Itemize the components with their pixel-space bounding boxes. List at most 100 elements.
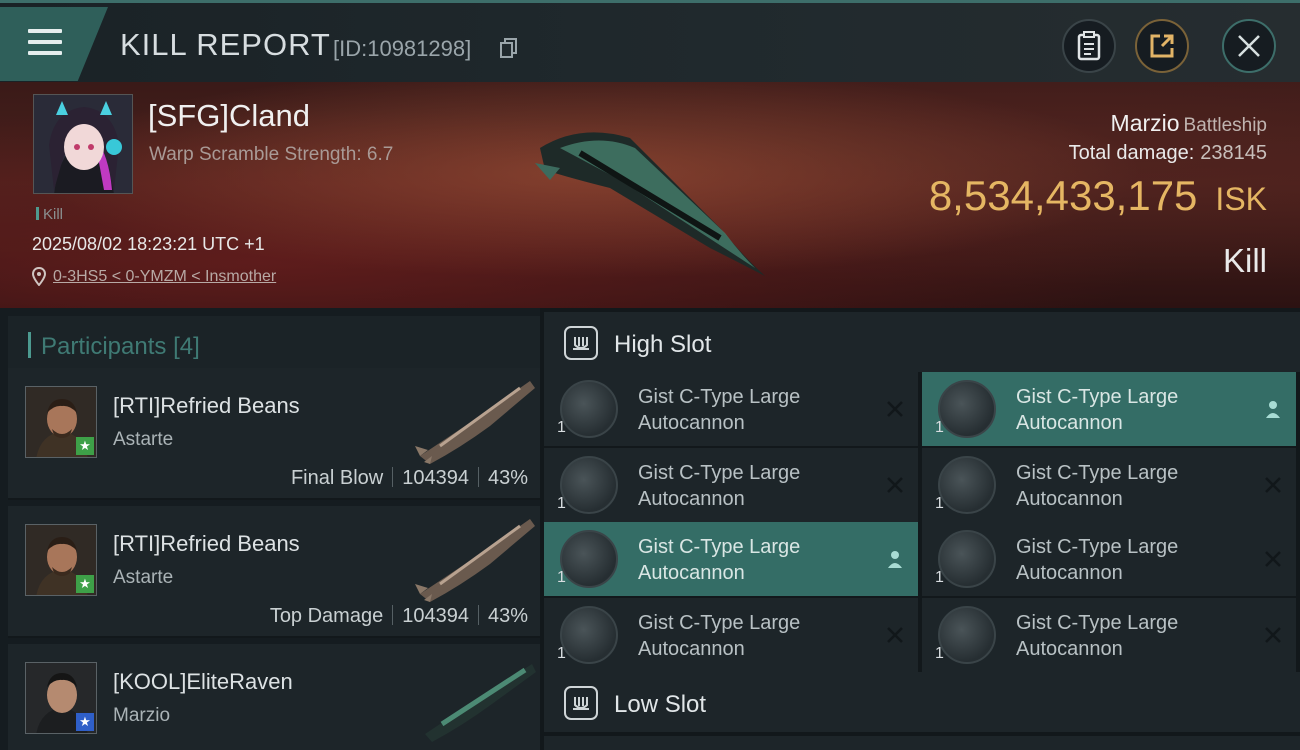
participant-row[interactable]: ★ [KOOL]EliteRaven Marzio	[8, 644, 540, 750]
clipboard-button[interactable]	[1062, 19, 1116, 73]
isk-unit: ISK	[1215, 181, 1267, 217]
module-item[interactable]: 1 Gist C-Type Large Autocannon	[544, 522, 918, 596]
participant-avatar[interactable]: ★	[25, 386, 97, 458]
report-id: [ID:10981298]	[333, 36, 472, 61]
low-slot-label: Low Slot	[614, 691, 707, 718]
participant-name[interactable]: [RTI]Refried Beans	[113, 393, 300, 419]
participant-row[interactable]: ★ [RTI]Refried Beans Astarte Final Blow 1…	[8, 368, 540, 500]
victim-name[interactable]: [SFG]Cland	[148, 98, 310, 134]
participant-stats: Final Blow 104394 43%	[291, 467, 528, 490]
participant-role: Final Blow	[290, 467, 384, 489]
hamburger-icon	[28, 29, 62, 62]
module-name: Gist C-Type Large Autocannon	[1016, 462, 1179, 510]
location-link[interactable]: 0-3HS5 < 0-YMZM < Insmother	[53, 268, 276, 286]
ship-class: Battleship	[1183, 115, 1267, 136]
title-bar: KILL REPORT [ID:10981298]	[0, 0, 1300, 82]
module-item[interactable]: 1 Gist C-Type Large Autocannon	[922, 522, 1296, 596]
participant-percent: 43%	[487, 467, 528, 489]
close-button[interactable]	[1222, 19, 1276, 73]
autocannon-icon	[560, 530, 618, 588]
participant-avatar[interactable]: ★	[25, 662, 97, 734]
high-slot-header: High Slot	[544, 312, 1300, 372]
participant-percent: 43%	[487, 605, 528, 627]
participant-damage: 104394	[402, 467, 469, 489]
participant-name[interactable]: [KOOL]EliteRaven	[113, 669, 293, 695]
destroyed-icon	[884, 398, 906, 420]
destroyed-icon	[1262, 624, 1284, 646]
autocannon-icon	[938, 456, 996, 514]
autocannon-icon	[560, 456, 618, 514]
total-damage-value: 238145	[1200, 142, 1267, 164]
participants-count: [4]	[173, 333, 200, 360]
kill-location[interactable]: 0-3HS5 < 0-YMZM < Insmother	[32, 267, 276, 286]
warp-scramble-strength: Warp Scramble Strength: 6.7	[149, 144, 394, 165]
module-item[interactable]: 1 Gist C-Type Large Autocannon	[922, 598, 1296, 672]
participant-ship: Marzio	[113, 705, 171, 726]
module-quantity: 1	[557, 569, 566, 586]
high-slot-icon	[564, 326, 598, 360]
module-name: Gist C-Type Large Autocannon	[1016, 536, 1179, 584]
dropped-person-icon	[1262, 398, 1284, 420]
copy-icon[interactable]	[500, 38, 518, 58]
destroyed-icon	[1262, 548, 1284, 570]
module-quantity: 1	[557, 645, 566, 662]
isk-amount: 8,534,433,175	[928, 172, 1198, 219]
isk-value: 8,534,433,175 ISK	[929, 172, 1267, 220]
module-name: Gist C-Type Large Autocannon	[1016, 612, 1179, 660]
participants-panel: Participants [4] ★ [RTI]Refried Beans As…	[0, 308, 540, 750]
blue-star-icon: ★	[76, 713, 94, 731]
participant-stats: Top Damage 104394 43%	[270, 605, 528, 628]
module-item[interactable]: 1 Gist C-Type Large Autocannon	[544, 372, 918, 446]
module-item[interactable]: 1 Gist C-Type Large Autocannon	[544, 598, 918, 672]
participant-ship: Astarte	[113, 567, 174, 588]
destroyed-icon	[884, 624, 906, 646]
module-quantity: 1	[935, 645, 944, 662]
participants-title: Participants [4]	[41, 333, 200, 361]
module-quantity: 1	[935, 495, 944, 512]
module-name: Gist C-Type Large Autocannon	[638, 536, 801, 584]
participant-ship-image	[415, 381, 535, 464]
victim-ship-image	[535, 132, 765, 276]
participant-ship: Astarte	[113, 429, 174, 450]
participants-label: Participants	[41, 333, 167, 360]
green-star-icon: ★	[76, 575, 94, 593]
module-quantity: 1	[935, 569, 944, 586]
kill-datetime: 2025/08/02 18:23:21 UTC +1	[32, 234, 265, 254]
share-button[interactable]	[1135, 19, 1189, 73]
autocannon-icon	[938, 606, 996, 664]
module-name: Gist C-Type Large Autocannon	[638, 612, 801, 660]
location-pin-icon	[32, 267, 46, 286]
total-damage-label: Total damage:	[1068, 142, 1195, 164]
module-quantity: 1	[935, 419, 944, 436]
module-name: Gist C-Type Large Autocannon	[1016, 386, 1179, 434]
participants-header: Participants [4]	[8, 316, 540, 368]
participant-avatar[interactable]: ★	[25, 524, 97, 596]
fitting-panel: High Slot 1 Gist C-Type Large Autocannon …	[540, 308, 1300, 750]
participant-damage: 104394	[402, 605, 469, 627]
module-item[interactable]: 1 Gist C-Type Large Autocannon	[544, 448, 918, 522]
destroyed-icon	[1262, 474, 1284, 496]
module-quantity: 1	[557, 495, 566, 512]
kill-result: Kill	[1222, 242, 1267, 279]
participant-name[interactable]: [RTI]Refried Beans	[113, 531, 300, 557]
low-slot-items-partial	[544, 736, 1300, 750]
autocannon-icon	[560, 606, 618, 664]
victim-banner: [SFG]Cland Warp Scramble Strength: 6.7 K…	[0, 82, 1300, 308]
share-icon	[1150, 34, 1174, 58]
autocannon-icon	[938, 380, 996, 438]
victim-avatar[interactable]	[33, 94, 133, 194]
victim-ship: Marzio Battleship	[1111, 110, 1267, 137]
participant-role: Top Damage	[269, 605, 384, 627]
module-name: Gist C-Type Large Autocannon	[638, 386, 801, 434]
module-name: Gist C-Type Large Autocannon	[638, 462, 801, 510]
participant-row[interactable]: ★ [RTI]Refried Beans Astarte Top Damage 1…	[8, 506, 540, 638]
autocannon-icon	[560, 380, 618, 438]
high-slot-label: High Slot	[614, 331, 712, 358]
module-item[interactable]: 1 Gist C-Type Large Autocannon	[922, 448, 1296, 522]
module-item[interactable]: 1 Gist C-Type Large Autocannon	[922, 372, 1296, 446]
destroyed-icon	[884, 474, 906, 496]
low-slot-icon	[564, 686, 598, 720]
dropped-person-icon	[884, 548, 906, 570]
menu-button[interactable]	[0, 7, 108, 81]
kill-tag: Kill	[36, 206, 63, 223]
